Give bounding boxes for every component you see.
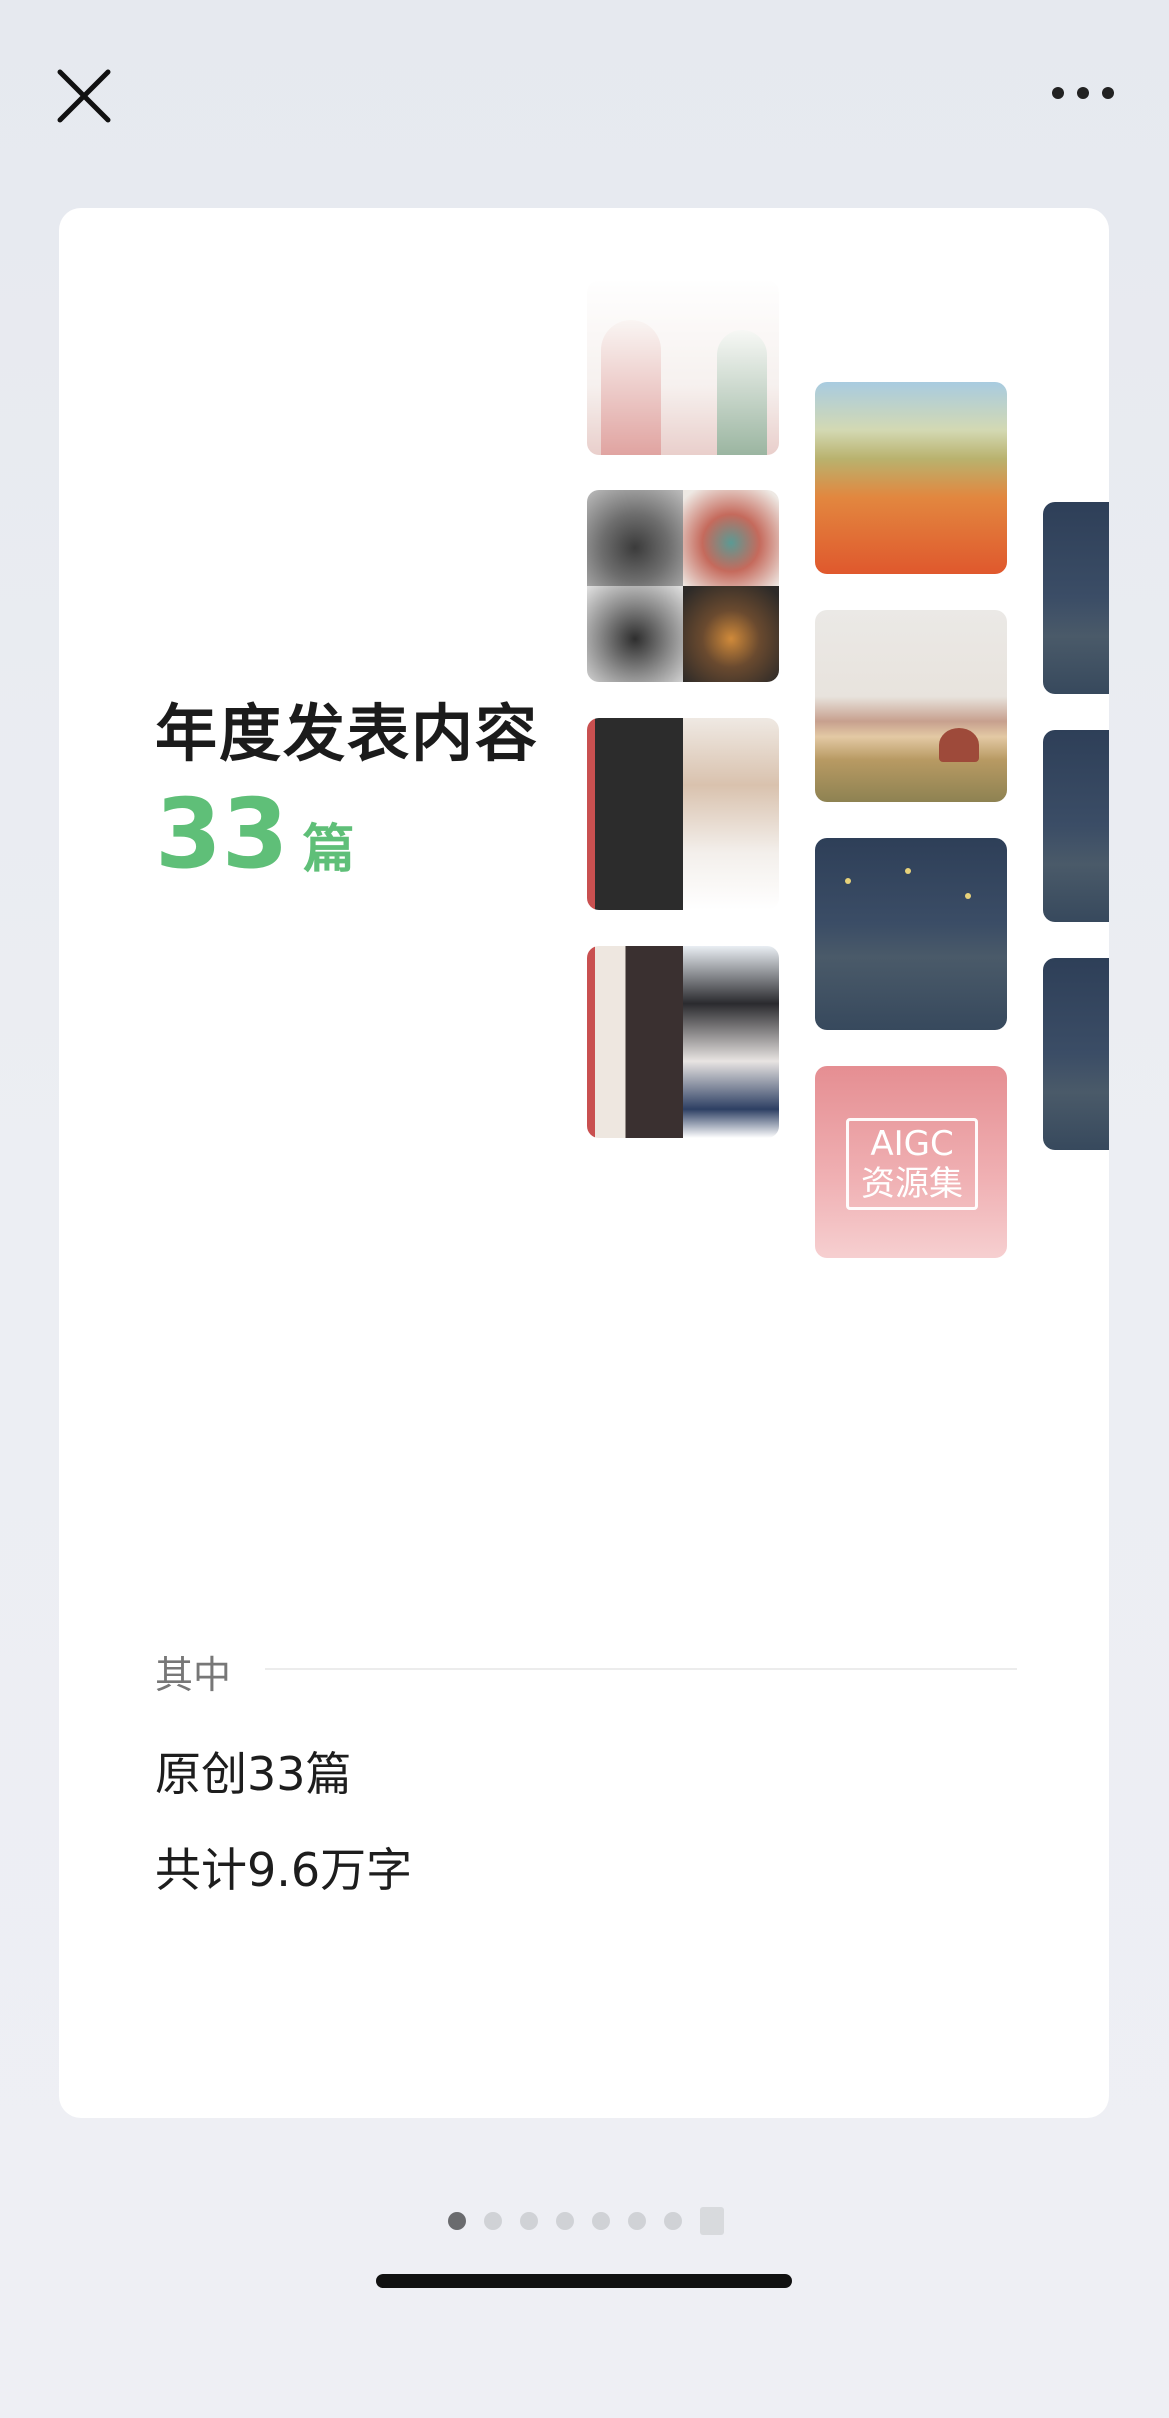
- close-button[interactable]: [56, 68, 112, 124]
- page-dot[interactable]: [592, 2212, 610, 2230]
- thumb-starry-night-rhone: [815, 838, 1007, 1030]
- page-dot[interactable]: [556, 2212, 574, 2230]
- thumb-aigc-cover: AIGC 资源集: [815, 1066, 1007, 1258]
- thumb-sketch-and-photo-girl: [587, 718, 779, 910]
- post-count-unit: 篇: [302, 820, 355, 880]
- page-dot[interactable]: [664, 2212, 682, 2230]
- thumb-dragon-sculptures: [587, 490, 779, 682]
- original-count: 原创33篇: [155, 1747, 352, 1801]
- pagination: [448, 2206, 724, 2236]
- page-dot[interactable]: [484, 2212, 502, 2230]
- page-dot[interactable]: [628, 2212, 646, 2230]
- thumb-two-girls-anime: [587, 946, 779, 1138]
- aigc-cover-text-2: 资源集: [861, 1164, 963, 1204]
- page-dot[interactable]: [520, 2212, 538, 2230]
- thumb-poppy-field: [815, 382, 1007, 574]
- end-page-icon[interactable]: [700, 2207, 724, 2235]
- thumb-starry-night-partial: [1043, 502, 1109, 694]
- post-count-number: 33: [155, 778, 289, 890]
- section-divider: [265, 1668, 1017, 1670]
- close-icon: [57, 69, 111, 123]
- thumb-haystack-painting: [815, 610, 1007, 802]
- home-indicator[interactable]: [376, 2274, 792, 2288]
- more-button[interactable]: [1052, 80, 1114, 106]
- card-title: 年度发表内容: [155, 697, 540, 770]
- aigc-cover-text-1: AIGC: [870, 1124, 954, 1164]
- thumb-starry-night-partial: [1043, 958, 1109, 1150]
- page-dot-active[interactable]: [448, 2212, 466, 2230]
- word-count: 共计9.6万字: [155, 1843, 413, 1897]
- thumb-starry-night-partial: [1043, 730, 1109, 922]
- more-icon: [1052, 87, 1064, 99]
- thumb-women-figures: [587, 280, 779, 455]
- section-label: 其中: [155, 1653, 232, 1697]
- post-count: 33 篇: [155, 778, 355, 890]
- annual-summary-card: 年度发表内容 33 篇 AIGC 资源集 其中 原创33篇 共计9.6万字: [59, 208, 1109, 2118]
